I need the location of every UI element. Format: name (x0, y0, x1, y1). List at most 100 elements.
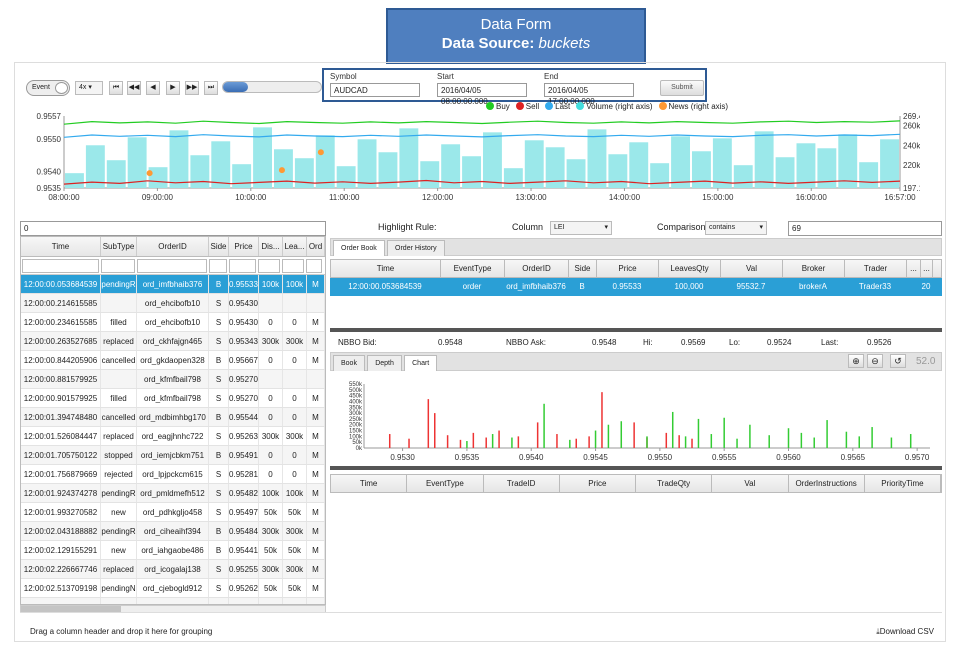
news-marker[interactable] (146, 170, 153, 177)
table-row[interactable]: 12:00:01.705750122 stopped ord_iemjcbkm751… (21, 446, 325, 465)
order-column-header[interactable]: Broker (783, 260, 845, 277)
column-header[interactable]: Time (21, 237, 101, 256)
table-cell: 300k (259, 560, 283, 578)
event-toggle[interactable]: Event (26, 80, 70, 96)
order-column-header[interactable]: ... (907, 260, 921, 277)
table-cell: S (209, 598, 229, 604)
table-row[interactable]: 12:00:00.053684539 pendingR ord_imfbhaib37… (21, 275, 325, 294)
trade-column-header[interactable]: Time (331, 475, 408, 492)
column-header[interactable]: Side (209, 237, 229, 256)
order-column-header[interactable]: Side (569, 260, 597, 277)
table-cell: 50k (259, 541, 283, 559)
order-column-header[interactable]: OrderID (505, 260, 569, 277)
submit-button[interactable]: Submit (660, 80, 704, 96)
volume-bar (796, 143, 816, 188)
order-column-header[interactable]: ... (921, 260, 933, 277)
column-header[interactable]: SubType (101, 237, 137, 256)
start-input[interactable]: 2016/04/05 08:00:00.000 (437, 83, 527, 106)
trade-column-header[interactable]: Val (712, 475, 789, 492)
trade-column-header[interactable]: PriorityTime (865, 475, 941, 492)
left-filter-input[interactable]: 0 (20, 221, 326, 236)
table-row[interactable]: 12:00:00.844205906 cancelled ord_gkdaopen3… (21, 351, 325, 370)
table-row[interactable]: 12:00:02.226667746 replaced ord_icogalaj13… (21, 560, 325, 579)
trade-column-header[interactable]: TradeID (484, 475, 560, 492)
tab-order-history[interactable]: Order History (387, 240, 445, 256)
tab-depth[interactable]: Depth (367, 355, 402, 371)
nbbo-ask: 0.9548 (592, 338, 617, 347)
column-header[interactable]: Dis... (259, 237, 283, 256)
playback-slider[interactable] (222, 81, 322, 93)
tab-chart[interactable]: Chart (404, 355, 438, 371)
step-back-icon[interactable]: ◀ (146, 81, 160, 95)
column-header[interactable]: Lea... (283, 237, 307, 256)
order-column-header[interactable]: EventType (441, 260, 505, 277)
column-filter-input[interactable] (258, 259, 281, 273)
column-filter-input[interactable] (22, 259, 100, 273)
speed-select[interactable]: 4x ▾ (75, 81, 103, 95)
trade-column-header[interactable]: EventType (407, 475, 484, 492)
splitter-top[interactable] (330, 328, 942, 332)
table-cell: 0.95484 (229, 522, 259, 540)
column-filter-input[interactable] (101, 259, 136, 273)
column-select[interactable]: LEI ▾ (550, 221, 612, 235)
news-marker[interactable] (278, 167, 285, 174)
last-icon[interactable]: ⏭ (204, 81, 218, 95)
order-column-header[interactable]: Time (331, 260, 441, 277)
column-filter-input[interactable] (137, 259, 207, 273)
table-row[interactable]: 12:00:00.901579925 filled ord_kfmfbail798 S… (21, 389, 325, 408)
volume-bar (524, 140, 544, 188)
column-filter-input[interactable] (228, 259, 257, 273)
highlight-value-input[interactable]: 69 (788, 221, 942, 236)
x-tick-label: 16:57:00 (884, 193, 916, 202)
order-column-header[interactable]: Trader (845, 260, 907, 277)
order-column-header[interactable]: Price (597, 260, 659, 277)
first-icon[interactable]: ⏮ (109, 81, 123, 95)
table-row[interactable]: 12:00:00.881579925 ord_kfmfbail798 S 0.9527… (21, 370, 325, 389)
play-icon[interactable]: ▶ (166, 81, 180, 95)
table-row[interactable]: 12:00:02.667478968pendingRord_dieclibi95… (21, 598, 325, 604)
trade-column-header[interactable]: OrderInstructions (789, 475, 865, 492)
column-filter-input[interactable] (208, 259, 227, 273)
order-column-header[interactable]: LeavesQty (659, 260, 721, 277)
column-header[interactable]: Ord (307, 237, 325, 256)
table-row[interactable]: 12:00:02.129155291 new ord_iahgaobe486 B 0.9… (21, 541, 325, 560)
table-row[interactable]: 12:00:00.214615585 ord_ehcibofb10 S 0.95430 (21, 294, 325, 313)
column-filter-input[interactable] (282, 259, 305, 273)
news-marker[interactable] (317, 149, 324, 156)
table-row[interactable]: 12:00:00.263527685 replaced ord_ckhfajgn46… (21, 332, 325, 351)
zoom-in-icon[interactable]: ⊕ (848, 354, 864, 368)
tab-order-book[interactable]: Order Book (333, 240, 385, 256)
column-header[interactable]: OrderID (137, 237, 209, 256)
rewind-icon[interactable]: ◀◀ (127, 81, 141, 95)
trade-column-header[interactable]: TradeQty (636, 475, 713, 492)
table-row[interactable]: 12:00:01.993270582 new ord_pdhkgljo458 S 0.9… (21, 503, 325, 522)
order-column-header[interactable]: Val (721, 260, 783, 277)
table-row[interactable]: 12:00:01.526084447 replaced ord_eagjhnhc72… (21, 427, 325, 446)
table-row[interactable]: 12:00:00.234615585 filled ord_ehcibofb10 S 0… (21, 313, 325, 332)
splitter-bottom[interactable] (330, 466, 942, 470)
order-grid-row[interactable]: 12:00:00.053684539 order ord_imfbhaib376 B 0… (330, 278, 942, 296)
table-cell: S (209, 560, 229, 578)
tab-book[interactable]: Book (333, 355, 365, 371)
table-row[interactable]: 12:00:01.756879669 rejected ord_lpjpckcm61… (21, 465, 325, 484)
download-csv-link[interactable]: ⤓Download CSV (876, 627, 934, 637)
table-cell: 300k (283, 427, 307, 445)
table-row[interactable]: 12:00:01.394748480 cancelled ord_mdbimhbg1… (21, 408, 325, 427)
table-row[interactable]: 12:00:01.924374278 pendingR ord_pmldmefh51… (21, 484, 325, 503)
table-cell: 12:00:01.924374278 (21, 484, 101, 502)
reset-icon[interactable]: ↺ (890, 354, 906, 368)
table-row[interactable]: 12:00:02.043188882 pendingR ord_ciheaihf39… (21, 522, 325, 541)
table-row[interactable]: 12:00:02.513709198 pendingN ord_cjebogld91… (21, 579, 325, 598)
end-input[interactable]: 2016/04/05 17:00:00.000 (544, 83, 634, 106)
symbol-input[interactable]: AUDCAD (330, 83, 420, 97)
comparison-select[interactable]: contains ▾ (705, 221, 767, 235)
zoom-out-icon[interactable]: ⊖ (867, 354, 883, 368)
fast-forward-icon[interactable]: ▶▶ (185, 81, 199, 95)
table-cell: M (307, 408, 325, 426)
column-header[interactable]: Price (229, 237, 259, 256)
y-left-tick-label: 0.9535 (37, 184, 62, 193)
column-filter-input[interactable] (306, 259, 322, 273)
group-hint: Drag a column header and drop it here fo… (30, 627, 213, 636)
callout-title: Data Form (480, 16, 552, 33)
trade-column-header[interactable]: Price (560, 475, 636, 492)
